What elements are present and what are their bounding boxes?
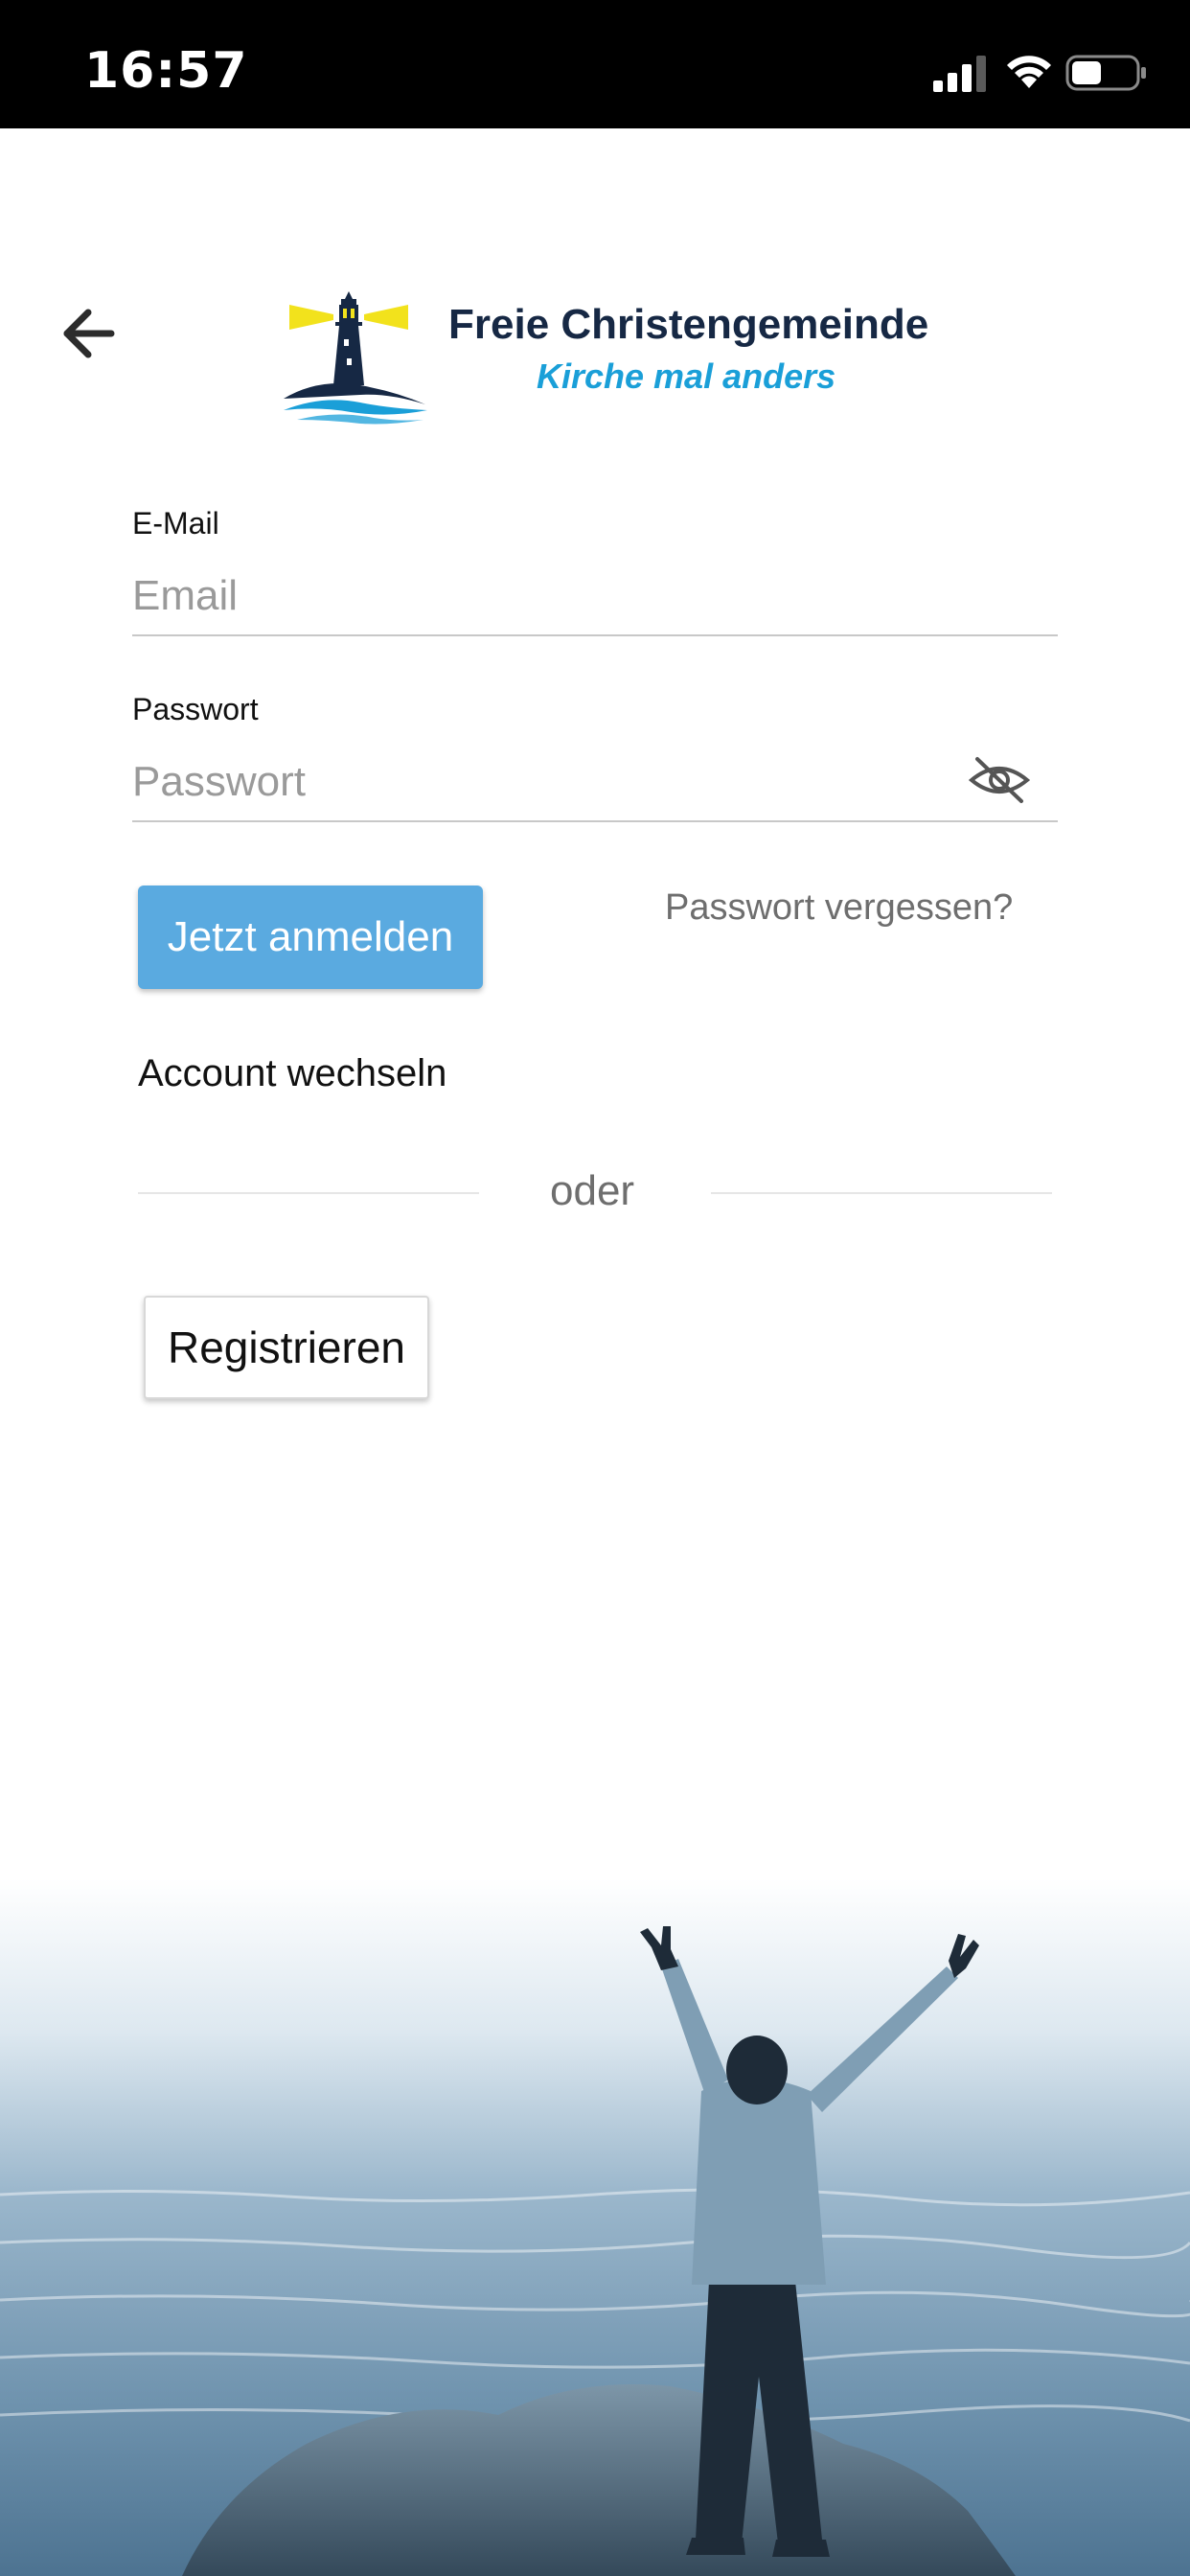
brand-tagline: Kirche mal anders [537, 356, 836, 396]
status-bar: 16:57 [0, 0, 1190, 128]
forgot-password-link[interactable]: Passwort vergessen? [665, 887, 1013, 929]
lighthouse-logo [284, 291, 427, 425]
divider-or: oder [550, 1167, 635, 1214]
hero-background-image [0, 1878, 1190, 2576]
battery-icon [1065, 55, 1146, 91]
wifi-icon [1007, 56, 1051, 88]
status-time: 16:57 [84, 42, 248, 100]
switch-account-link[interactable]: Account wechseln [138, 1052, 446, 1095]
signal-icon [933, 56, 986, 92]
password-field[interactable] [132, 744, 1058, 822]
divider-line-left [138, 1192, 479, 1194]
password-label: Passwort [132, 692, 259, 726]
divider-line-right [711, 1192, 1052, 1194]
back-arrow-icon[interactable] [59, 305, 117, 362]
login-button[interactable]: Jetzt anmelden [138, 886, 483, 989]
login-screen: 16:57 Freie Christengemeinde Kirche mal … [0, 0, 1190, 2576]
register-button[interactable]: Registrieren [144, 1296, 429, 1399]
email-field[interactable] [132, 558, 1058, 636]
eye-slash-icon[interactable] [968, 753, 1031, 807]
brand-name: Freie Christengemeinde [448, 301, 929, 348]
email-label: E-Mail [132, 506, 219, 540]
